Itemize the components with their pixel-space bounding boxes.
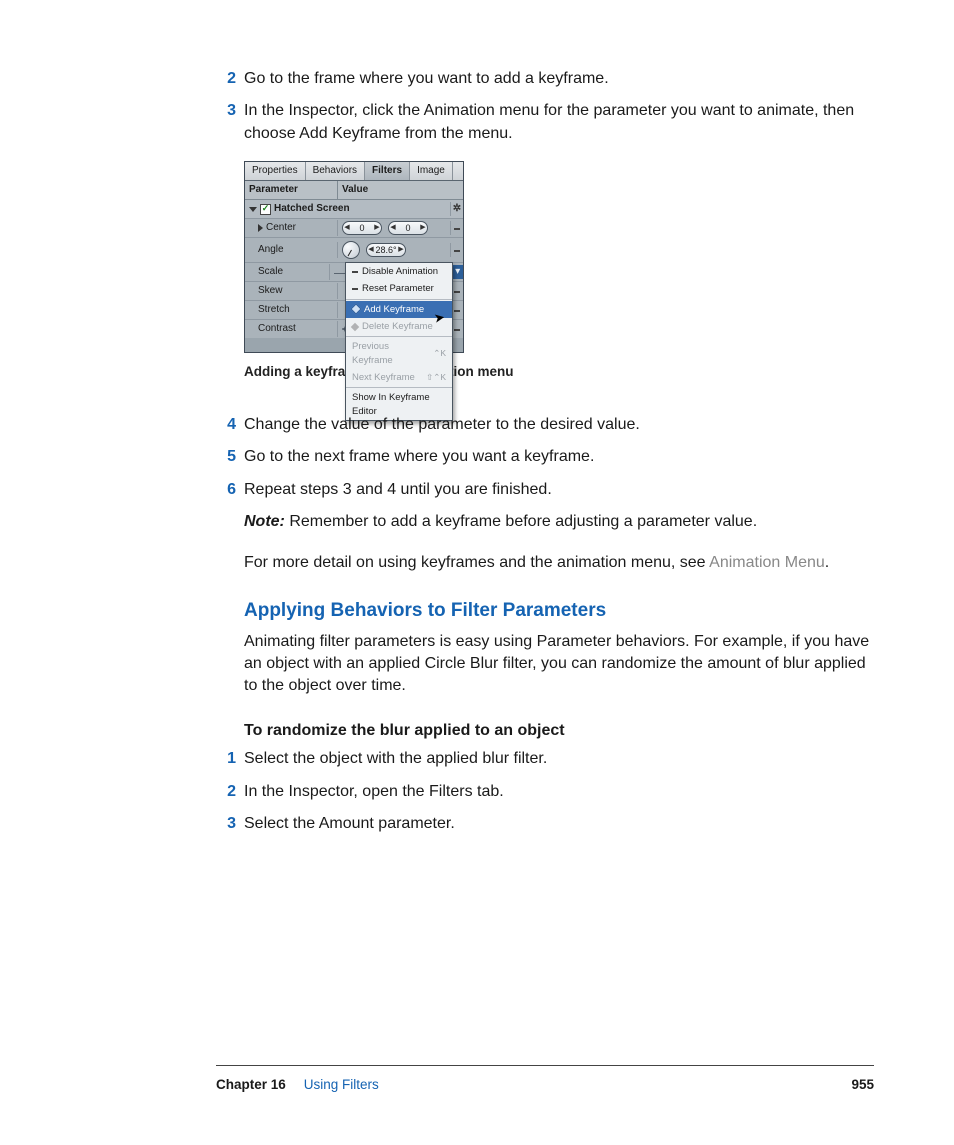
step-text: Repeat steps 3 and 4 until you are finis… <box>244 479 874 501</box>
step-text: Go to the next frame where you want a ke… <box>244 446 874 468</box>
keyframe-icon <box>351 322 359 330</box>
tab-image[interactable]: Image <box>410 162 453 180</box>
step-number: 2 <box>216 68 236 90</box>
filter-row[interactable]: Hatched Screen ✲ <box>245 200 463 219</box>
menu-separator <box>346 387 452 388</box>
step-4: 4 Change the value of the parameter to t… <box>244 414 874 436</box>
note-line: Note: Remember to add a keyframe before … <box>244 511 874 533</box>
link-animation-menu[interactable]: Animation Menu <box>709 554 825 571</box>
animation-menu-icon[interactable]: ✲ <box>450 202 463 216</box>
inspector-tabs: Properties Behaviors Filters Image <box>245 162 463 181</box>
param-label: Skew <box>258 284 282 298</box>
figure-caption: Adding a keyframe in the Animation menu <box>244 363 874 382</box>
step-number: 6 <box>216 479 236 501</box>
note-label: Note: <box>244 513 285 530</box>
section-heading: Applying Behaviors to Filter Parameters <box>244 598 874 625</box>
step-number: 3 <box>216 813 236 835</box>
step-number: 2 <box>216 781 236 803</box>
param-label: Contrast <box>258 322 296 336</box>
footer-title: Using Filters <box>304 1076 379 1095</box>
step-5: 5 Go to the next frame where you want a … <box>244 446 874 468</box>
param-label: Stretch <box>258 303 290 317</box>
step-6: 6 Repeat steps 3 and 4 until you are fin… <box>244 479 874 501</box>
step-c3: 3 Select the Amount parameter. <box>244 813 874 835</box>
inspector-column-headers: Parameter Value <box>245 181 463 200</box>
menu-reset-parameter[interactable]: Reset Parameter <box>346 280 452 297</box>
menu-disable-animation[interactable]: Disable Animation <box>346 263 452 280</box>
step-c2: 2 In the Inspector, open the Filters tab… <box>244 781 874 803</box>
menu-separator <box>346 336 452 337</box>
step-2: 2 Go to the frame where you want to add … <box>244 68 874 90</box>
param-label: Angle <box>258 243 284 257</box>
disclosure-right-icon[interactable] <box>258 224 263 232</box>
param-center: Center ◀0▶ ◀0▶ <box>245 219 463 238</box>
tab-properties[interactable]: Properties <box>245 162 306 180</box>
filter-name: Hatched Screen <box>274 202 350 216</box>
step-number: 4 <box>216 414 236 436</box>
task-subhead: To randomize the blur applied to an obje… <box>244 720 874 742</box>
step-text: In the Inspector, click the Animation me… <box>244 100 874 145</box>
enable-checkbox[interactable] <box>260 204 271 215</box>
step-number: 3 <box>216 100 236 122</box>
param-label: Center <box>266 221 296 235</box>
header-value: Value <box>338 181 463 199</box>
step-number: 5 <box>216 446 236 468</box>
note-text: Remember to add a keyframe before adjust… <box>285 513 757 530</box>
detail-pre: For more detail on using keyframes and t… <box>244 554 709 571</box>
disclosure-down-icon[interactable] <box>249 207 257 212</box>
menu-separator <box>346 299 452 300</box>
section-body: Animating filter parameters is easy usin… <box>244 631 874 698</box>
detail-line: For more detail on using keyframes and t… <box>244 552 874 574</box>
step-number: 1 <box>216 748 236 770</box>
tab-behaviors[interactable]: Behaviors <box>306 162 365 180</box>
angle-stepper[interactable]: ◀28.6°▶ <box>366 243 406 257</box>
angle-dial[interactable] <box>342 241 360 259</box>
animation-menu-icon[interactable] <box>450 243 463 257</box>
step-text: Go to the frame where you want to add a … <box>244 68 874 90</box>
tab-filters[interactable]: Filters <box>365 162 410 180</box>
step-3: 3 In the Inspector, click the Animation … <box>244 100 874 145</box>
page-footer: Chapter 16 Using Filters 955 <box>216 1065 874 1095</box>
step-c1: 1 Select the object with the applied blu… <box>244 748 874 770</box>
footer-page: 955 <box>851 1076 874 1095</box>
inspector-panel: Properties Behaviors Filters Image Param… <box>244 161 464 353</box>
keyframe-icon <box>350 304 361 315</box>
step-text: Change the value of the parameter to the… <box>244 414 874 436</box>
header-parameter: Parameter <box>245 181 338 199</box>
center-x-stepper[interactable]: ◀0▶ <box>342 221 382 235</box>
step-text: Select the object with the applied blur … <box>244 748 874 770</box>
param-angle: Angle ◀28.6°▶ <box>245 238 463 263</box>
step-text: Select the Amount parameter. <box>244 813 874 835</box>
menu-next-keyframe: Next Keyframe⇧⌃K <box>346 369 452 386</box>
footer-chapter: Chapter 16 <box>216 1076 286 1095</box>
detail-post: . <box>825 554 829 571</box>
menu-prev-keyframe: Previous Keyframe⌃K <box>346 338 452 369</box>
center-y-stepper[interactable]: ◀0▶ <box>388 221 428 235</box>
animation-menu-icon[interactable] <box>450 221 463 235</box>
step-text: In the Inspector, open the Filters tab. <box>244 781 874 803</box>
param-label: Scale <box>258 265 283 279</box>
animation-popup-menu: Disable Animation Reset Parameter Add Ke… <box>345 262 453 421</box>
